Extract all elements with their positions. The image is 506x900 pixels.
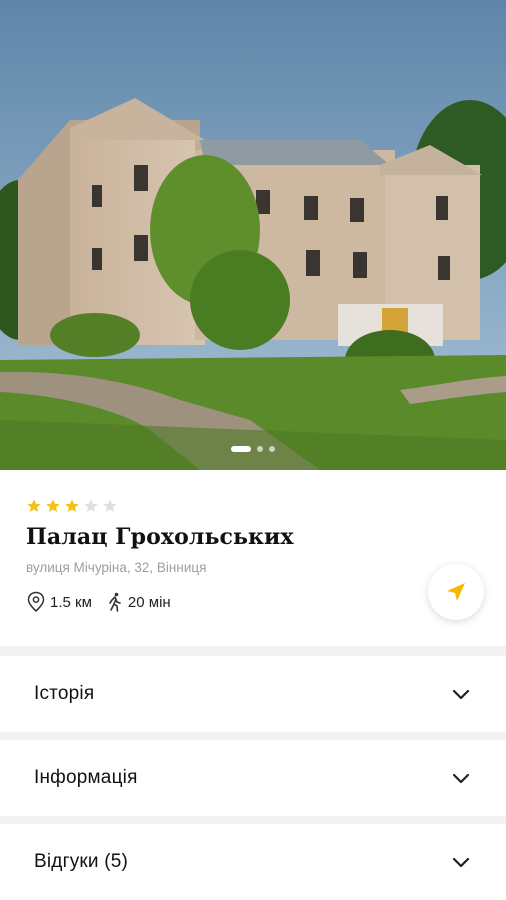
section-reviews[interactable]: Відгуки (5) <box>0 824 506 900</box>
chevron-down-icon <box>452 689 470 700</box>
navigation-arrow-icon <box>447 583 465 601</box>
star-filled-icon <box>46 499 60 512</box>
walking-person-icon <box>109 592 121 612</box>
walk-time-info: 20 мін <box>106 592 171 612</box>
star-filled-icon <box>65 499 79 512</box>
carousel-dot[interactable] <box>257 446 263 452</box>
navigate-button[interactable] <box>428 564 484 620</box>
carousel-dot[interactable] <box>269 446 275 452</box>
rating-stars <box>26 498 480 516</box>
star-empty-icon <box>84 499 98 512</box>
walk-time-value: 20 мін <box>127 593 171 611</box>
carousel-indicators <box>0 446 506 452</box>
section-history[interactable]: Історія <box>0 656 506 732</box>
chevron-down-icon <box>452 773 470 784</box>
building-photo <box>0 0 506 470</box>
distance-info: 1.5 км <box>26 591 92 613</box>
section-history-label: Історія <box>34 683 95 704</box>
section-information[interactable]: Інформація <box>0 740 506 816</box>
photo-carousel[interactable] <box>0 0 506 470</box>
place-meta: 1.5 км 20 мін <box>26 591 480 613</box>
place-address: вулиця Мічуріна, 32, Вінниця <box>26 560 207 575</box>
distance-value: 1.5 км <box>50 593 92 611</box>
section-information-label: Інформація <box>34 767 138 788</box>
star-empty-icon <box>103 499 117 512</box>
carousel-dot[interactable] <box>231 446 251 452</box>
place-info-card: Палац Грохольських вулиця Мічуріна, 32, … <box>0 470 506 646</box>
location-pin-icon <box>27 591 45 612</box>
section-reviews-label: Відгуки (5) <box>34 851 129 872</box>
place-title: Палац Грохольських <box>26 524 294 550</box>
star-filled-icon <box>27 499 41 512</box>
chevron-down-icon <box>452 857 470 868</box>
